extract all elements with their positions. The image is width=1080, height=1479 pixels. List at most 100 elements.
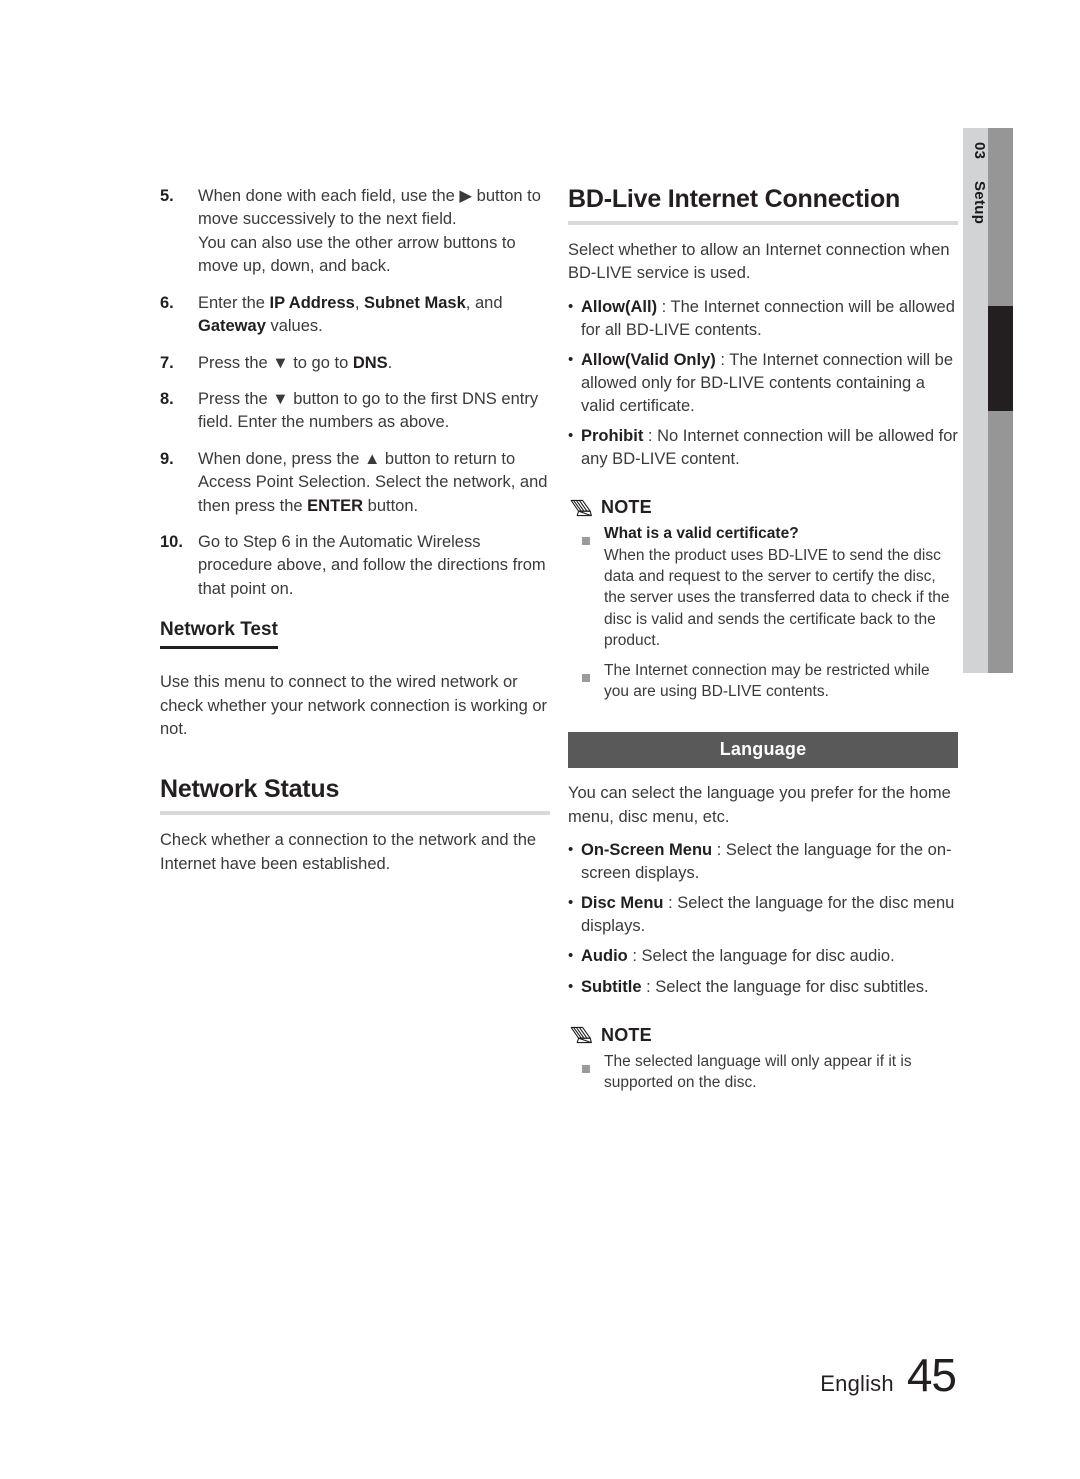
heading-rule: [160, 811, 550, 816]
note-list: What is a valid certificate? When the pro…: [568, 523, 958, 702]
bd-live-heading: BD-Live Internet Connection: [568, 185, 901, 213]
step-marker: 9.: [160, 449, 174, 468]
language-note-block: NOTE The selected language will only app…: [568, 1025, 958, 1094]
option-separator: :: [643, 427, 658, 446]
network-status-section: Network Status Check whether a connectio…: [160, 775, 550, 876]
list-item: The Internet connection may be restricte…: [582, 660, 958, 703]
bd-live-options-list: • Allow(All) : The Internet connection w…: [568, 296, 958, 472]
step-text: Press the ▼ to go to DNS.: [198, 352, 550, 375]
step-text-part: values.: [265, 317, 323, 336]
list-item: • Prohibit : No Internet connection will…: [568, 425, 958, 471]
step-text: Enter the IP Address, Subnet Mask, and G…: [198, 292, 550, 339]
network-status-body: Check whether a connection to the networ…: [160, 831, 537, 873]
bd-live-note-block: NOTE What is a valid certificate? When th…: [568, 497, 958, 702]
step-text: When done with each field, use the ▶ but…: [198, 187, 541, 276]
option-text: Prohibit : No Internet connection will b…: [581, 425, 958, 471]
left-column: 5. When done with each field, use the ▶ …: [160, 185, 550, 876]
side-tab-label: Setup: [971, 181, 988, 225]
note-header: NOTE: [568, 1025, 958, 1046]
option-separator: :: [627, 947, 642, 966]
step-text: Go to Step 6 in the Automatic Wireless p…: [198, 533, 546, 598]
option-label: Allow(Valid Only): [581, 350, 716, 369]
list-item: What is a valid certificate? When the pro…: [582, 523, 958, 651]
manual-page: 03 Setup 5. When done with each field, u…: [0, 0, 1080, 1479]
bullet-icon: •: [568, 947, 574, 965]
option-separator: :: [641, 977, 656, 996]
list-item: • Subtitle : Select the language for dis…: [568, 976, 958, 999]
note-list: The selected language will only appear i…: [568, 1051, 958, 1094]
list-item: 9. When done, press the ▲ button to retu…: [160, 448, 550, 518]
bullet-icon: •: [568, 297, 574, 315]
step-emphasis: ENTER: [307, 496, 364, 515]
bd-live-section: BD-Live Internet Connection Select wheth…: [568, 185, 958, 702]
option-description: Select the language for disc subtitles.: [655, 977, 929, 996]
heading-rule: [568, 220, 958, 225]
note-text: The selected language will only appear i…: [604, 1051, 958, 1094]
side-tab-number: 03: [971, 142, 988, 160]
list-item: • Disc Menu : Select the language for th…: [568, 892, 958, 938]
network-test-section: Network Test Use this menu to connect to…: [160, 619, 550, 741]
option-separator: :: [657, 297, 671, 316]
list-item: 8. Press the ▼ button to go to the first…: [160, 388, 550, 435]
list-item: 7. Press the ▼ to go to DNS.: [160, 352, 550, 375]
list-item: • Audio : Select the language for disc a…: [568, 945, 958, 968]
network-status-heading: Network Status: [160, 775, 340, 804]
square-bullet-icon: [582, 660, 604, 703]
step-emphasis: Gateway: [198, 317, 266, 336]
option-label: Disc Menu: [581, 894, 664, 913]
square-bullet-icon: [582, 523, 604, 651]
language-intro: You can select the language you prefer f…: [568, 784, 951, 826]
step-text: When done, press the ▲ button to return …: [198, 448, 550, 518]
step-marker: 6.: [160, 293, 174, 312]
bullet-icon: •: [568, 894, 574, 912]
option-separator: :: [712, 841, 726, 860]
option-text: On-Screen Menu : Select the language for…: [581, 839, 958, 885]
note-title: NOTE: [601, 497, 652, 518]
option-text: Allow(All) : The Internet connection wil…: [581, 296, 958, 342]
option-description: Select the language for disc audio.: [641, 947, 895, 966]
numbered-steps-list: 5. When done with each field, use the ▶ …: [160, 185, 550, 601]
page-footer: English 45: [0, 1348, 957, 1402]
option-label: Allow(All): [581, 297, 658, 316]
list-item: • On-Screen Menu : Select the language f…: [568, 839, 958, 885]
step-marker: 8.: [160, 389, 174, 408]
option-text: Subtitle : Select the language for disc …: [581, 976, 958, 999]
list-item: 5. When done with each field, use the ▶ …: [160, 185, 550, 279]
footer-language: English: [820, 1371, 894, 1396]
bullet-icon: •: [568, 350, 574, 368]
option-label: On-Screen Menu: [581, 841, 713, 860]
footer-page-number: 45: [906, 1349, 957, 1401]
option-separator: :: [663, 894, 678, 913]
pencil-icon: [568, 498, 594, 518]
step-text-part: button.: [363, 496, 419, 515]
option-text: Disc Menu : Select the language for the …: [581, 892, 958, 938]
step-text-part: , and: [465, 293, 503, 312]
step-text-part: Enter the: [198, 293, 270, 312]
list-item: The selected language will only appear i…: [582, 1051, 958, 1094]
step-text: Press the ▼ button to go to the first DN…: [198, 389, 539, 432]
right-column: BD-Live Internet Connection Select wheth…: [568, 185, 958, 1101]
list-item: • Allow(All) : The Internet connection w…: [568, 296, 958, 342]
language-options-list: • On-Screen Menu : Select the language f…: [568, 839, 958, 999]
note-text: What is a valid certificate? When the pro…: [604, 523, 958, 651]
side-tab: 03 Setup: [963, 128, 1013, 673]
step-emphasis: DNS: [352, 353, 388, 372]
note-header: NOTE: [568, 497, 958, 518]
list-item: • Allow(Valid Only) : The Internet conne…: [568, 349, 958, 418]
step-text-part: .: [387, 353, 393, 372]
step-emphasis: IP Address: [269, 293, 355, 312]
step-marker: 7.: [160, 353, 174, 372]
note-detail: The Internet connection may be restricte…: [604, 661, 930, 700]
network-test-body: Use this menu to connect to the wired ne…: [160, 673, 548, 738]
note-detail: When the product uses BD-LIVE to send th…: [604, 546, 950, 650]
step-marker: 10.: [160, 533, 183, 552]
list-item: 6. Enter the IP Address, Subnet Mask, an…: [160, 292, 550, 339]
option-text: Audio : Select the language for disc aud…: [581, 945, 958, 968]
bullet-icon: •: [568, 977, 574, 995]
step-marker: 5.: [160, 187, 174, 205]
square-bullet-icon: [582, 1051, 604, 1094]
note-text: The Internet connection may be restricte…: [604, 660, 958, 703]
bullet-icon: •: [568, 427, 574, 445]
network-test-heading: Network Test: [160, 619, 278, 650]
side-tab-chapter-marker: [988, 306, 1013, 411]
